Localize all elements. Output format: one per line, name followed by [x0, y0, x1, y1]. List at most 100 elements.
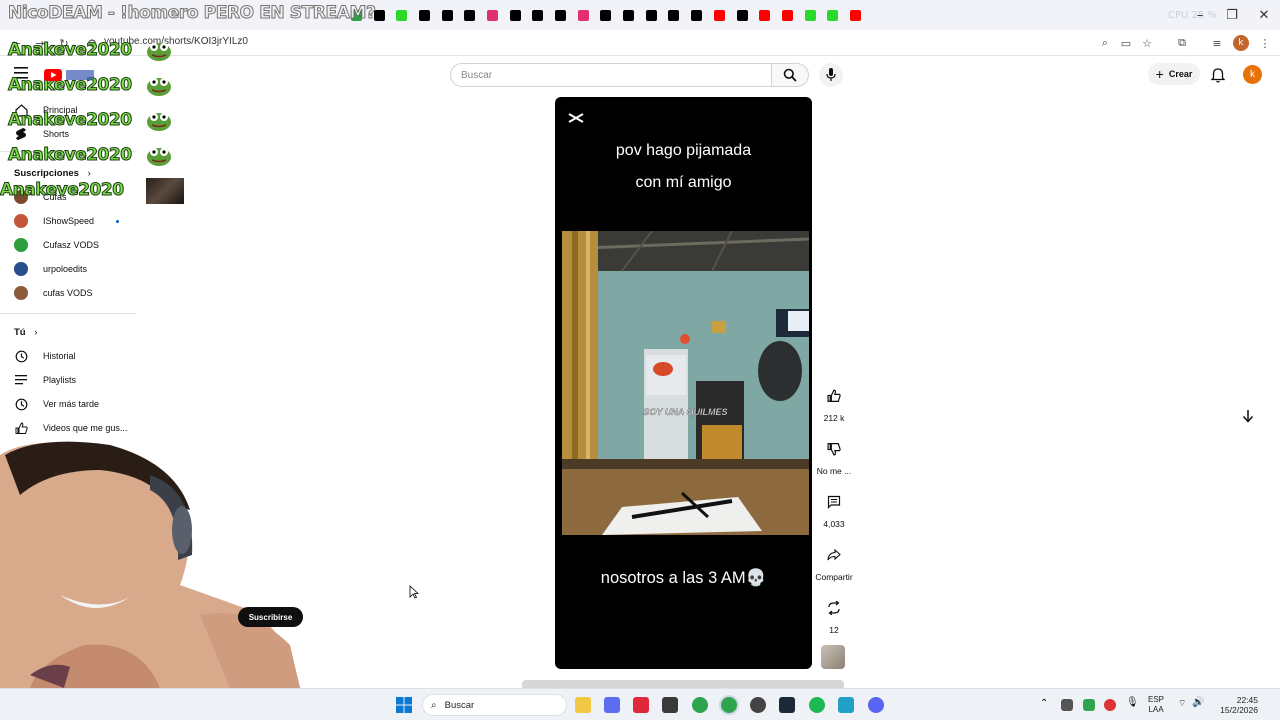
- sidebar-item-label: Historial: [43, 351, 76, 361]
- share-action[interactable]: Compartir: [814, 543, 854, 582]
- extensions-icon[interactable]: ⧉: [1174, 35, 1190, 51]
- search-icon: [783, 68, 797, 82]
- browser-tab[interactable]: [413, 4, 436, 26]
- reading-list-icon[interactable]: ≡: [1209, 35, 1225, 51]
- taskbar-search[interactable]: ⌕ Buscar: [422, 694, 567, 716]
- sound-thumbnail[interactable]: [821, 645, 845, 669]
- video-top-line-2: con mí amigo: [635, 174, 732, 191]
- search-input[interactable]: Buscar: [450, 63, 772, 87]
- youtube-logo[interactable]: [44, 68, 96, 82]
- windows-taskbar: ⌕ Buscar ⌃ 🎙 ESP LAA ⌔ 🔊 22:45 15/2/2026: [0, 688, 1280, 720]
- you-heading[interactable]: Tú ›: [14, 327, 37, 338]
- profile-avatar[interactable]: k: [1233, 35, 1249, 51]
- clock[interactable]: 22:45 15/2/2026: [1212, 695, 1258, 715]
- dislike-label: No me ...: [816, 466, 852, 476]
- chat-emote-image: [146, 178, 184, 204]
- next-short-button[interactable]: [1236, 404, 1260, 428]
- windows-start-icon[interactable]: [396, 697, 412, 713]
- browser-tab[interactable]: [527, 4, 550, 26]
- browser-tab[interactable]: [731, 4, 754, 26]
- volume-icon[interactable]: 🔊: [1192, 697, 1204, 708]
- browser-tab[interactable]: [504, 4, 527, 26]
- browser-tabs: [345, 4, 867, 26]
- remix-icon[interactable]: [822, 596, 846, 620]
- obs-icon[interactable]: [750, 697, 766, 713]
- create-button[interactable]: + Crear: [1148, 63, 1200, 85]
- browser-tab[interactable]: [390, 4, 413, 26]
- pepe-emote-icon: [146, 74, 172, 96]
- browser-tab[interactable]: [595, 4, 618, 26]
- file-explorer-icon[interactable]: [575, 697, 591, 713]
- browser-tab[interactable]: [481, 4, 504, 26]
- zoom-icon[interactable]: ⌕: [1097, 35, 1113, 51]
- tab-favicon-icon: [668, 9, 680, 21]
- browser-menu-icon[interactable]: ⋮: [1257, 35, 1273, 51]
- browser-tab[interactable]: [663, 4, 686, 26]
- remix-action[interactable]: 12: [814, 596, 854, 635]
- tray-app-icon[interactable]: [1104, 699, 1116, 711]
- sidebar-item-label: Playlists: [43, 375, 77, 385]
- tray-chevron-icon[interactable]: ⌃: [1040, 698, 1048, 709]
- close-window-button[interactable]: ✕: [1248, 0, 1280, 30]
- minimize-button[interactable]: –: [1184, 0, 1216, 30]
- teams-icon[interactable]: [604, 697, 620, 713]
- chat-message: Anakeve2020: [8, 140, 172, 170]
- sidebar-item-history[interactable]: Historial: [14, 346, 76, 366]
- media-app-icon[interactable]: [662, 697, 678, 713]
- chrome-icon[interactable]: [692, 697, 708, 713]
- browser-tab[interactable]: [753, 4, 776, 26]
- wps-office-icon[interactable]: [633, 697, 649, 713]
- browser-tab[interactable]: [549, 4, 572, 26]
- dislike-action[interactable]: No me ...: [814, 437, 854, 476]
- browser-tab[interactable]: [821, 4, 844, 26]
- playlists-icon: [14, 373, 28, 387]
- browser-tab[interactable]: [617, 4, 640, 26]
- browser-tab[interactable]: [776, 4, 799, 26]
- share-icon[interactable]: [822, 543, 846, 567]
- browser-tab[interactable]: [844, 4, 867, 26]
- new-content-dot: [116, 220, 119, 223]
- cast-icon[interactable]: ▭: [1118, 35, 1134, 51]
- sidebar-subscription-item[interactable]: urpoloedits: [14, 259, 87, 279]
- wifi-icon[interactable]: ⌔: [1178, 698, 1186, 709]
- browser-tab[interactable]: [572, 4, 595, 26]
- sidebar-item-label: IShowSpeed: [43, 216, 95, 226]
- language-indicator[interactable]: ESP LAA: [1148, 695, 1164, 715]
- comment-icon[interactable]: [822, 490, 846, 514]
- subscribe-button[interactable]: Suscribirse: [238, 607, 303, 627]
- bookmark-star-icon[interactable]: ☆: [1139, 35, 1155, 51]
- browser-tab[interactable]: [685, 4, 708, 26]
- browser-toolbar: ← → ↻ ⚙ youtube.com/shorts/KOI3jrYILz0 ⌕…: [0, 30, 1280, 56]
- chrome-active-icon[interactable]: [721, 697, 737, 713]
- account-avatar[interactable]: k: [1243, 65, 1262, 84]
- comments-action[interactable]: 4,033: [814, 490, 854, 529]
- sidebar-subscription-item[interactable]: cufas VODS: [14, 283, 93, 303]
- browser-tab[interactable]: [799, 4, 822, 26]
- like-action[interactable]: 212 k: [814, 384, 854, 423]
- discord-icon[interactable]: [868, 697, 884, 713]
- notifications-button[interactable]: [1209, 66, 1227, 84]
- tray-app-icon[interactable]: [1083, 699, 1095, 711]
- microphone-tray-icon[interactable]: 🎙: [1126, 697, 1139, 708]
- sidebar-subscription-item[interactable]: IShowSpeed: [14, 211, 94, 231]
- liked-icon: [14, 421, 28, 435]
- search-button[interactable]: [771, 63, 809, 87]
- browser-tab[interactable]: [458, 4, 481, 26]
- short-video-player[interactable]: pov hago pijamada con mí amigo SOY UNA Q…: [555, 97, 812, 669]
- stream-title-overlay: NicoDEAM - !homero PERO EN STREAM?: [7, 3, 376, 24]
- voice-search-button[interactable]: [819, 63, 843, 87]
- notepad-icon[interactable]: [838, 697, 854, 713]
- browser-tab[interactable]: [708, 4, 731, 26]
- sidebar-subscription-item[interactable]: Cufasz VODS: [14, 235, 99, 255]
- restore-button[interactable]: ❐: [1216, 0, 1248, 30]
- video-overlay-caption: SOY UNA QUILMES: [643, 407, 728, 417]
- browser-tab[interactable]: [640, 4, 663, 26]
- dislike-icon[interactable]: [822, 437, 846, 461]
- tray-app-icon[interactable]: [1061, 699, 1073, 711]
- sidebar-item-watch-later[interactable]: Ver más tarde: [14, 394, 99, 414]
- steam-icon[interactable]: [779, 697, 795, 713]
- sidebar-item-playlists[interactable]: Playlists: [14, 370, 76, 390]
- browser-tab[interactable]: [436, 4, 459, 26]
- like-icon[interactable]: [822, 384, 846, 408]
- spotify-icon[interactable]: [809, 697, 825, 713]
